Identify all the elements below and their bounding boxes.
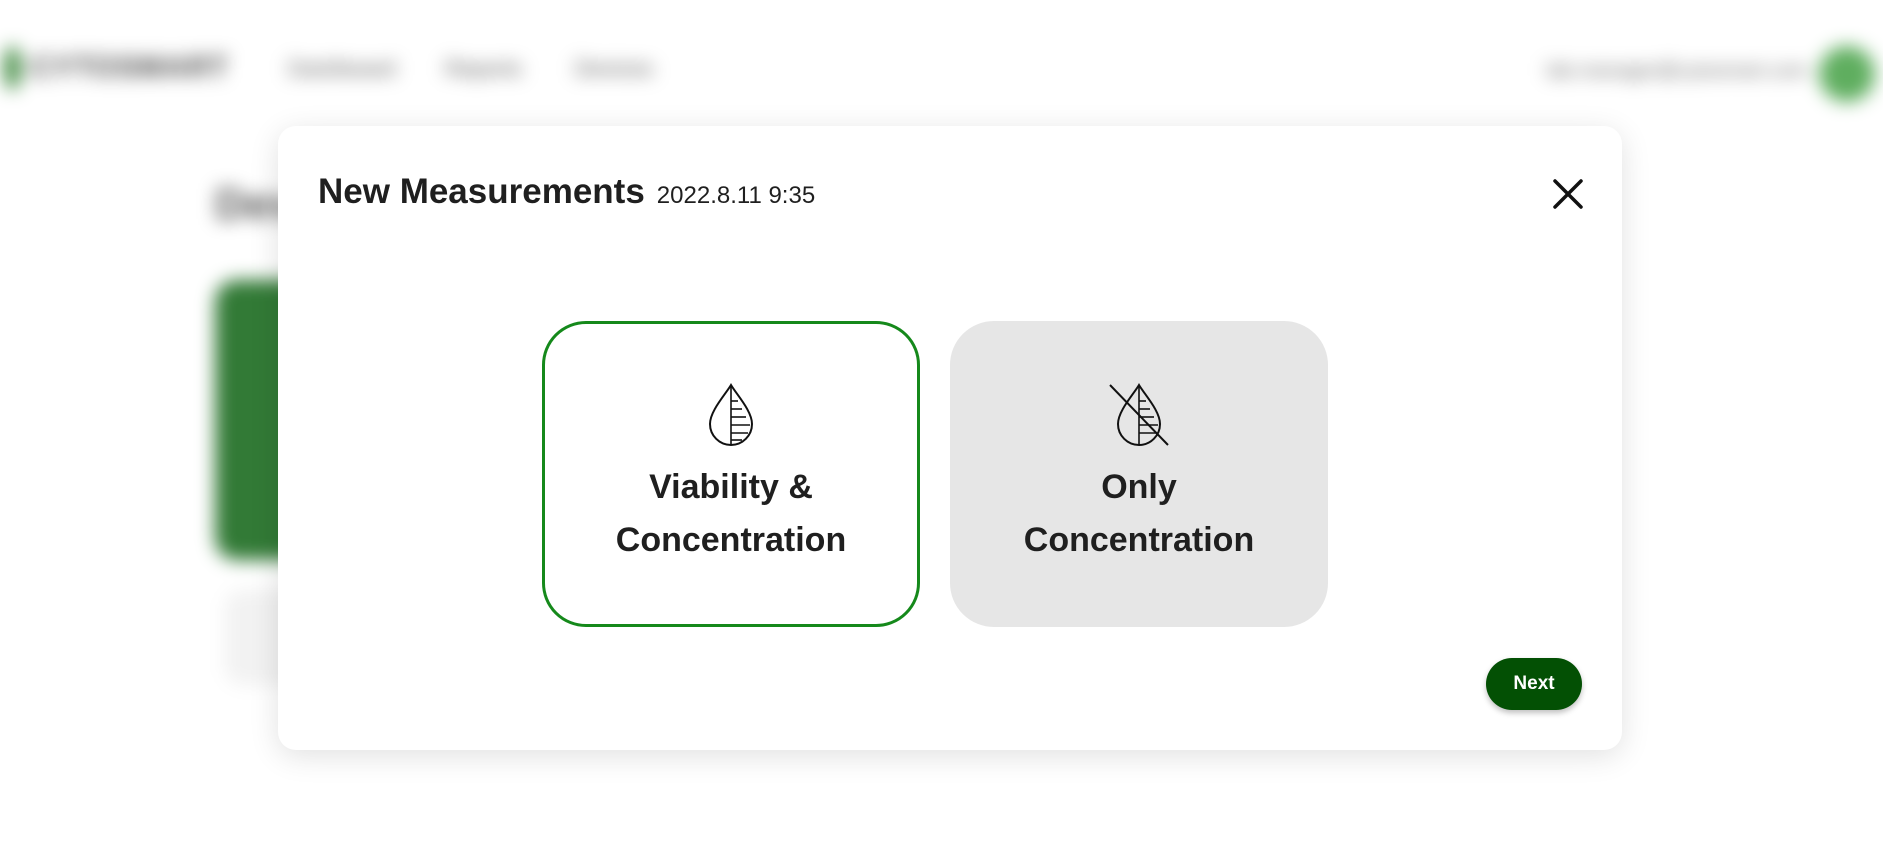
logo-mark-icon xyxy=(4,45,21,90)
close-icon xyxy=(1553,179,1583,209)
dialog-title: New Measurements xyxy=(318,172,645,211)
option-viability-concentration[interactable]: Viability & Concentration xyxy=(542,321,920,627)
option-label-line1: Viability & xyxy=(649,468,813,506)
nav-item-devices: Devices xyxy=(575,56,654,81)
close-button[interactable] xyxy=(1548,174,1588,214)
next-button[interactable]: Next xyxy=(1486,658,1582,710)
dialog-header: New Measurements 2022.8.11 9:35 xyxy=(318,172,815,212)
user-email: lab.manager@cytosmart.com xyxy=(1546,60,1808,82)
nav-item-reports: Reports xyxy=(445,56,523,81)
option-label-line2: Concentration xyxy=(1023,521,1255,559)
droplet-gauge-icon xyxy=(708,383,754,446)
droplet-crossed-icon xyxy=(1109,383,1169,446)
option-label-line2: Concentration xyxy=(615,521,847,559)
background-logo: CYTOSMART xyxy=(4,40,229,95)
dialog-timestamp: 2022.8.11 9:35 xyxy=(656,182,816,209)
avatar xyxy=(1819,46,1875,102)
nav-item-dashboard: Dashboard xyxy=(288,56,396,81)
option-label-line1: Only xyxy=(1101,468,1177,506)
option-only-concentration[interactable]: Only Concentration xyxy=(950,321,1328,627)
new-measurement-dialog: New Measurements 2022.8.11 9:35 Viabilit… xyxy=(278,126,1622,750)
logo-text: CYTOSMART xyxy=(30,50,229,84)
background-topbar: CYTOSMART Dashboard Reports Devices lab.… xyxy=(0,30,1883,110)
